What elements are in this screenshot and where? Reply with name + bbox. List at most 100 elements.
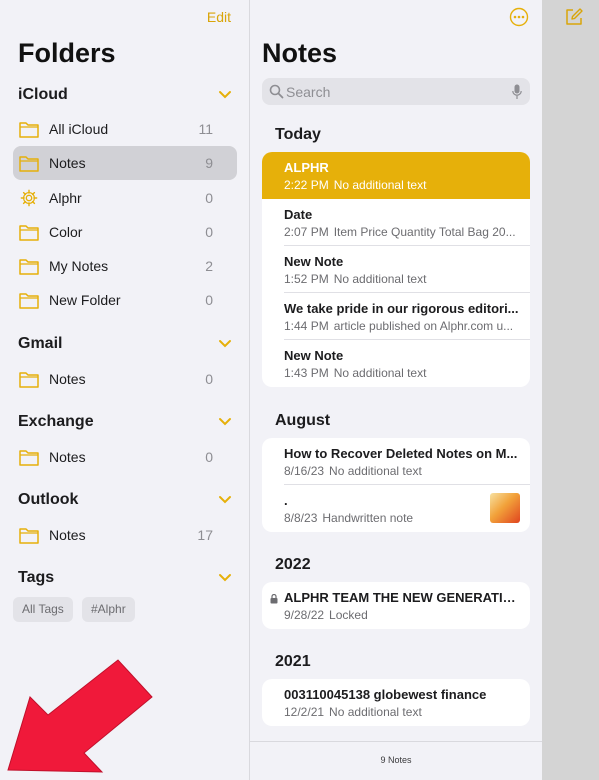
note-title: . xyxy=(284,493,288,508)
section-title: Exchange xyxy=(18,413,94,430)
note-subtitle: 9/28/22 Locked xyxy=(284,608,520,622)
folder-notes-icloud[interactable]: Notes 9 xyxy=(13,146,237,180)
folder-label: My Notes xyxy=(49,258,109,274)
note-time: 2:07 PM xyxy=(284,225,329,239)
folder-label: New Folder xyxy=(49,292,121,308)
search-bar[interactable] xyxy=(262,78,530,105)
notes-count: 9 Notes xyxy=(380,755,412,765)
folder-icon xyxy=(19,122,39,138)
note-thumbnail xyxy=(490,493,520,523)
note-preview: No additional text xyxy=(333,178,427,192)
note-item[interactable]: . 8/8/23 Handwritten note xyxy=(262,485,530,532)
note-item[interactable]: 003110045138 globewest finance 12/2/21 No… xyxy=(262,679,530,726)
folder-count: 17 xyxy=(197,527,213,543)
folder-label: All iCloud xyxy=(49,121,109,137)
edit-button[interactable]: Edit xyxy=(207,9,231,25)
folders-sidebar: Edit Folders iCloud All iCloud 11 Notes … xyxy=(0,0,250,780)
note-item[interactable]: How to Recover Deleted Notes on M... 8/1… xyxy=(262,438,530,485)
notes-group-card: ALPHR TEAM THE NEW GENERATIO... 9/28/22 L… xyxy=(262,582,530,629)
folder-count: 9 xyxy=(205,155,213,171)
note-time: 8/16/23 xyxy=(284,464,325,478)
section-title: Outlook xyxy=(18,491,79,508)
section-title: Gmail xyxy=(18,335,63,352)
chevron-down-icon xyxy=(219,574,231,582)
search-input[interactable] xyxy=(286,82,506,101)
note-item[interactable]: New Note 1:43 PM No additional text xyxy=(262,340,530,387)
note-item[interactable]: ALPHR 2:22 PM No additional text xyxy=(262,152,530,199)
compose-icon[interactable] xyxy=(564,7,584,27)
folder-notes-outlook[interactable]: Notes 17 xyxy=(13,518,237,552)
folder-all-icloud[interactable]: All iCloud 11 xyxy=(13,112,237,146)
note-title: We take pride in our rigorous editori... xyxy=(284,301,519,316)
group-title-2021: 2021 xyxy=(275,653,311,670)
note-time: 9/28/22 xyxy=(284,608,325,622)
notes-group-card: ALPHR 2:22 PM No additional text Date 2:0… xyxy=(262,152,530,387)
tag-all-tags[interactable]: All Tags xyxy=(13,597,73,622)
folder-icon xyxy=(19,372,39,388)
folder-alphr[interactable]: Alphr 0 xyxy=(13,181,237,215)
note-preview: No additional text xyxy=(329,705,422,719)
section-header-exchange[interactable]: Exchange xyxy=(18,413,233,431)
section-header-outlook[interactable]: Outlook xyxy=(18,491,233,509)
note-subtitle: 12/2/21 No additional text xyxy=(284,705,520,719)
note-title: New Note xyxy=(284,254,344,269)
search-icon xyxy=(269,84,284,99)
note-title: How to Recover Deleted Notes on M... xyxy=(284,446,518,461)
note-item[interactable]: New Note 1:52 PM No additional text xyxy=(262,246,530,293)
note-time: 12/2/21 xyxy=(284,705,325,719)
section-header-icloud[interactable]: iCloud xyxy=(18,86,233,104)
note-preview: Handwritten note xyxy=(322,511,414,525)
folder-my-notes[interactable]: My Notes 2 xyxy=(13,249,237,283)
note-title: ALPHR xyxy=(284,160,329,175)
notes-group-card: 003110045138 globewest finance 12/2/21 No… xyxy=(262,679,530,726)
more-options-icon[interactable] xyxy=(509,7,529,27)
note-title: ALPHR TEAM THE NEW GENERATIO... xyxy=(284,590,520,605)
note-time: 8/8/23 xyxy=(284,511,318,525)
folder-icon xyxy=(19,225,39,241)
note-item[interactable]: ALPHR TEAM THE NEW GENERATIO... 9/28/22 L… xyxy=(262,582,530,629)
chevron-down-icon xyxy=(219,340,231,348)
folder-count: 11 xyxy=(198,121,213,137)
folder-label: Alphr xyxy=(49,190,82,206)
folder-label: Notes xyxy=(49,527,86,543)
folder-count: 0 xyxy=(205,292,213,308)
group-title-2022: 2022 xyxy=(275,556,311,573)
note-subtitle: 1:52 PM No additional text xyxy=(284,272,520,286)
note-time: 2:22 PM xyxy=(284,178,329,192)
section-header-gmail[interactable]: Gmail xyxy=(18,335,233,353)
note-preview: No additional text xyxy=(333,366,427,380)
group-title-august: August xyxy=(275,412,331,429)
folder-icon xyxy=(19,293,39,309)
note-subtitle: 1:43 PM No additional text xyxy=(284,366,520,380)
notes-title: Notes xyxy=(262,38,338,68)
folder-icon xyxy=(19,528,39,544)
note-title: New Note xyxy=(284,348,344,363)
folder-notes-gmail[interactable]: Notes 0 xyxy=(13,362,237,396)
tag-alphr[interactable]: #Alphr xyxy=(82,597,135,622)
folder-count: 0 xyxy=(205,449,213,465)
note-subtitle: 2:07 PM Item Price Quantity Total Bag 20.… xyxy=(284,225,520,239)
note-detail-area xyxy=(542,0,599,780)
section-header-tags[interactable]: Tags xyxy=(18,569,233,587)
microphone-icon[interactable] xyxy=(512,84,522,100)
chevron-down-icon xyxy=(219,91,231,99)
note-item[interactable]: Date 2:07 PM Item Price Quantity Total Ba… xyxy=(262,199,530,246)
folder-label: Notes xyxy=(49,155,86,171)
folder-label: Notes xyxy=(49,449,86,465)
folder-label: Notes xyxy=(49,371,86,387)
note-subtitle: 1:44 PM article published on Alphr.com u.… xyxy=(284,319,520,333)
note-title: Date xyxy=(284,207,313,222)
note-item[interactable]: We take pride in our rigorous editori...… xyxy=(262,293,530,340)
note-preview: Locked xyxy=(329,608,368,622)
folder-icon xyxy=(19,450,39,466)
red-arrow-annotation xyxy=(7,659,153,773)
note-preview: Item Price Quantity Total Bag 20... xyxy=(333,225,516,239)
note-subtitle: 2:22 PM No additional text xyxy=(284,178,520,192)
note-subtitle: 8/16/23 No additional text xyxy=(284,464,520,478)
gear-icon xyxy=(20,189,38,207)
folder-color[interactable]: Color 0 xyxy=(13,215,237,249)
folder-label: Color xyxy=(49,224,83,240)
note-time: 1:43 PM xyxy=(284,366,329,380)
folder-new-folder[interactable]: New Folder 0 xyxy=(13,283,237,317)
folder-notes-exchange[interactable]: Notes 0 xyxy=(13,440,237,474)
